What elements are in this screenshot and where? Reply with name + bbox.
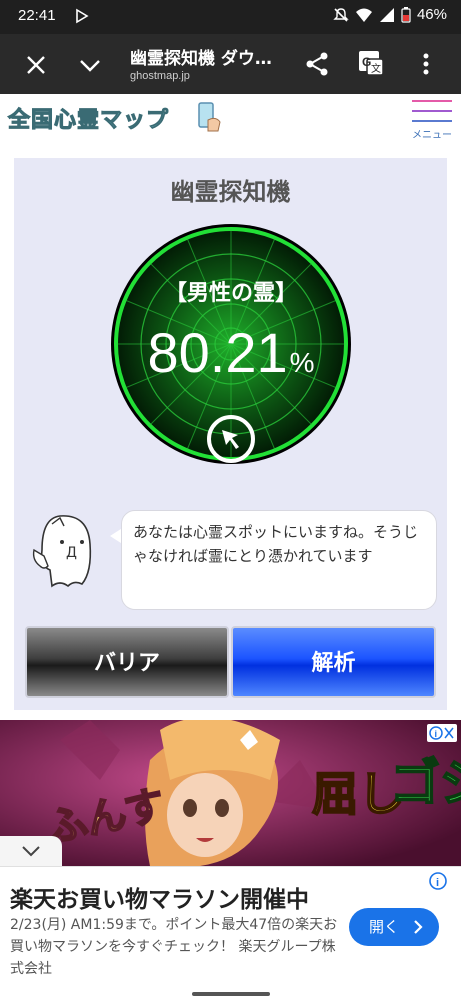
- menu-line: [412, 110, 452, 112]
- chevron-right-icon: [414, 920, 423, 934]
- detector-title: 幽霊探知機: [170, 178, 291, 206]
- message-text: あなたは心霊スポットにいますね。そうじゃなければ霊にとり憑かれています: [133, 523, 419, 565]
- menu-button[interactable]: メニュー: [408, 96, 456, 141]
- svg-text:i: i: [436, 877, 439, 889]
- status-bar: 22:41 46%: [0, 0, 461, 34]
- detection-value: 80.21%: [108, 320, 354, 385]
- pointer-icon[interactable]: [205, 413, 257, 465]
- ghost-face: Д: [66, 545, 77, 561]
- ad-card-title[interactable]: 楽天お買い物マラソン開催中: [10, 880, 309, 914]
- status-icons: 46%: [333, 6, 447, 23]
- svg-text:文: 文: [371, 62, 381, 75]
- ad-open-button[interactable]: 開く: [349, 908, 439, 946]
- ad-open-label: 開く: [369, 918, 400, 936]
- page-title: 幽霊探知機 ダウ…: [130, 49, 272, 69]
- wifi-icon: [355, 8, 372, 22]
- battery-percent: 46%: [416, 6, 447, 23]
- detection-number: 80.21: [147, 321, 288, 384]
- page-url: ghostmap.jp: [130, 70, 190, 82]
- ad-text-right-2: ゴジ: [390, 754, 461, 812]
- chevron-down-icon: [22, 846, 40, 857]
- detection-unit: %: [289, 347, 315, 378]
- ad-collapse-button[interactable]: [0, 836, 62, 866]
- signal-icon: [379, 7, 394, 22]
- site-logo[interactable]: 全国心霊マップ: [7, 100, 228, 136]
- browser-toolbar: 幽霊探知機 ダウ… ghostmap.jp G 文: [0, 34, 461, 94]
- barrier-button[interactable]: バリア: [25, 626, 229, 698]
- menu-label: メニュー: [412, 130, 452, 141]
- more-options-icon[interactable]: [418, 51, 434, 77]
- info-icon: i: [429, 726, 454, 740]
- battery-icon: [401, 6, 411, 23]
- site-header: 全国心霊マップ メニュー: [0, 94, 461, 144]
- menu-line: [412, 100, 452, 102]
- home-gesture-handle[interactable]: [192, 992, 270, 996]
- ad-card-body: 2/23(月) AM1:59まで。ポイント最大47倍の楽天お買い物マラソンを今す…: [10, 917, 338, 977]
- smartphone-icon: [198, 102, 221, 132]
- info-icon[interactable]: i: [427, 870, 449, 892]
- translate-icon[interactable]: G 文: [357, 49, 385, 77]
- ghost-type-label: 【男性の霊】: [164, 281, 297, 306]
- menu-line: [412, 120, 452, 122]
- ad-banner-image[interactable]: ふんす 屈し ゴジ: [0, 720, 461, 866]
- svg-text:G: G: [362, 55, 371, 69]
- ghost-character-icon: Д: [32, 515, 92, 588]
- close-icon[interactable]: [22, 51, 50, 79]
- ad-choices-button[interactable]: i: [427, 724, 457, 742]
- svg-text:i: i: [435, 729, 438, 739]
- logo-text: 全国心霊マップ: [7, 108, 170, 134]
- mute-icon: [333, 7, 349, 22]
- status-time: 22:41: [18, 7, 56, 24]
- play-store-icon: [76, 8, 89, 24]
- share-icon[interactable]: [304, 51, 330, 77]
- chevron-down-icon[interactable]: [76, 51, 104, 79]
- analyze-button[interactable]: 解析: [231, 626, 436, 698]
